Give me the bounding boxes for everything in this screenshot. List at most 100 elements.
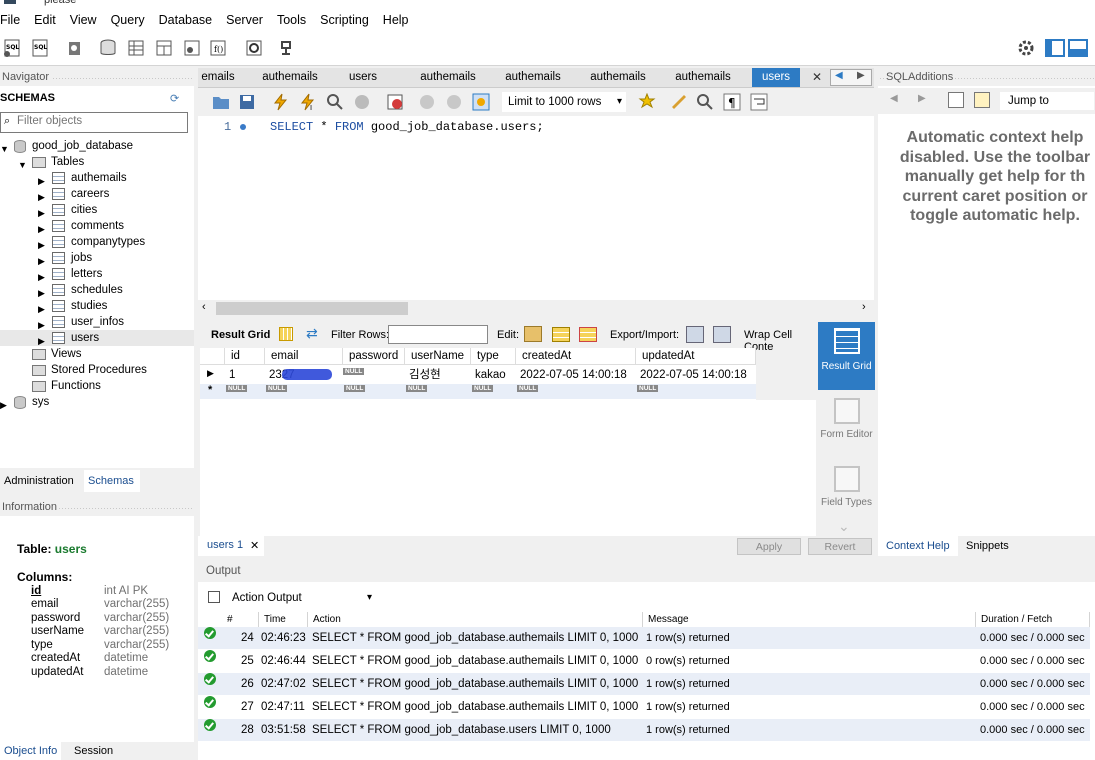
add-snippet-icon[interactable]	[638, 92, 656, 111]
editor-tab[interactable]: users	[338, 68, 388, 87]
tab-session[interactable]: Session	[70, 742, 117, 760]
delete-row-icon[interactable]	[579, 327, 597, 342]
commit-icon[interactable]	[418, 93, 436, 111]
expand-arrow-icon[interactable]: ▶	[38, 189, 48, 202]
menu-database[interactable]: Database	[153, 13, 221, 27]
editor-tab[interactable]: emails	[198, 68, 238, 87]
menu-edit[interactable]: Edit	[28, 13, 64, 27]
result-grid-view-button[interactable]: Result Grid	[818, 322, 875, 390]
output-row[interactable]: 25 02:46:44 SELECT * FROM good_job_databas…	[198, 650, 1090, 672]
edit-row-icon[interactable]	[524, 326, 542, 342]
editor-tab[interactable]: authemails	[254, 68, 326, 87]
tree-sys-database[interactable]: ▶ sys	[0, 394, 194, 410]
expand-arrow-icon[interactable]: ▶	[38, 269, 48, 282]
toggle-sidebar-icon[interactable]	[1045, 38, 1065, 58]
menu-server[interactable]: Server	[220, 13, 271, 27]
menu-help[interactable]: Help	[377, 13, 417, 27]
form-editor-label[interactable]: Form Editor	[818, 430, 875, 440]
create-view-icon[interactable]	[154, 38, 174, 58]
output-row[interactable]: 24 02:46:23 SELECT * FROM good_job_databas…	[198, 627, 1090, 649]
expand-arrow-icon[interactable]: ▶	[38, 317, 48, 330]
sql-query-text[interactable]: SELECT * FROM good_job_database.users;	[270, 120, 544, 134]
auto-help-icon[interactable]	[974, 92, 990, 108]
grid-header-id[interactable]: id	[225, 348, 265, 365]
open-sql-file-icon[interactable]: SQL	[30, 38, 50, 58]
expand-arrow-icon[interactable]: ▶	[38, 221, 48, 234]
editor-tab[interactable]: authemails	[412, 68, 484, 87]
cell-createdat[interactable]: 2022-07-05 14:00:18	[516, 368, 627, 383]
tab-administration[interactable]: Administration	[0, 470, 78, 492]
tree-procedures-folder[interactable]: Stored Procedures	[32, 362, 226, 378]
sql-editor[interactable]: 1 SELECT * FROM good_job_database.users;	[198, 116, 874, 300]
import-icon[interactable]	[713, 326, 731, 343]
expand-arrow-icon[interactable]: ▶	[0, 397, 10, 410]
editor-tab-active[interactable]: users	[752, 68, 800, 87]
menu-scripting[interactable]: Scripting	[314, 13, 377, 27]
output-col-message[interactable]: Message	[643, 612, 976, 628]
field-types-icon[interactable]	[834, 466, 860, 492]
form-editor-icon[interactable]	[834, 398, 860, 424]
close-tab-icon[interactable]: ✕	[812, 70, 822, 84]
cell-id[interactable]: 1	[225, 368, 235, 383]
search-table-data-icon[interactable]	[244, 38, 264, 58]
expand-arrow-icon[interactable]: ▶	[38, 333, 48, 346]
find-icon[interactable]	[696, 93, 714, 111]
reconnect-icon[interactable]	[278, 38, 298, 58]
result-tab[interactable]: users 1 ✕	[198, 536, 264, 556]
expand-arrow-icon[interactable]: ▶	[38, 237, 48, 250]
expand-arrow-icon[interactable]: ▶	[38, 205, 48, 218]
autocommit-icon[interactable]	[472, 93, 490, 111]
tab-right-arrow-icon[interactable]: ▶	[857, 70, 865, 81]
grid-header-type[interactable]: type	[471, 348, 516, 365]
export-icon[interactable]	[686, 326, 704, 343]
wrap-lines-icon[interactable]	[750, 93, 768, 111]
tree-database[interactable]: ▼ good_job_database	[0, 138, 194, 154]
grid-header-username[interactable]: userName	[405, 348, 471, 365]
copy-output-icon[interactable]	[208, 591, 220, 603]
jump-to-select[interactable]: Jump to	[1000, 92, 1094, 110]
create-table-icon[interactable]	[126, 38, 146, 58]
add-row-icon[interactable]	[552, 327, 570, 342]
inspector-icon[interactable]	[64, 38, 84, 58]
output-row[interactable]: 26 02:47:02 SELECT * FROM good_job_databas…	[198, 673, 1090, 695]
result-grid[interactable]: id email password userName type createdA…	[200, 348, 756, 400]
output-col-duration[interactable]: Duration / Fetch	[976, 612, 1090, 628]
apply-button[interactable]: Apply	[737, 538, 801, 555]
grid-icon[interactable]	[279, 327, 293, 341]
expand-arrow-icon[interactable]: ▶	[38, 301, 48, 314]
cell-username[interactable]: 김성현	[405, 368, 441, 383]
settings-icon[interactable]	[1016, 38, 1036, 58]
scroll-down-icon[interactable]: ⌄	[838, 518, 850, 535]
revert-button[interactable]: Revert	[808, 538, 872, 555]
editor-tab[interactable]: authemails	[582, 68, 654, 87]
scroll-left-icon[interactable]: ‹	[202, 301, 206, 313]
create-schema-icon[interactable]	[98, 38, 118, 58]
cell-type[interactable]: kakao	[471, 368, 506, 383]
editor-tab[interactable]: authemails	[497, 68, 569, 87]
execute-icon[interactable]	[272, 93, 290, 111]
grid-header-password[interactable]: password	[343, 348, 405, 365]
menu-tools[interactable]: Tools	[271, 13, 314, 27]
scroll-right-icon[interactable]: ›	[862, 301, 866, 313]
create-procedure-icon[interactable]	[182, 38, 202, 58]
toggle-error-icon[interactable]	[386, 93, 404, 111]
menu-view[interactable]: View	[64, 13, 105, 27]
filter-objects-field[interactable]: ⌕	[0, 112, 188, 133]
cell-updatedat[interactable]: 2022-07-05 14:00:18	[636, 368, 747, 383]
grid-header-createdat[interactable]: createdAt	[516, 348, 636, 365]
rollback-icon[interactable]	[445, 93, 463, 111]
editor-tab[interactable]: authemails	[667, 68, 739, 87]
filter-objects-input[interactable]	[17, 115, 182, 127]
refresh-icon[interactable]: ⇄	[306, 325, 318, 342]
expand-arrow-icon[interactable]: ▶	[38, 285, 48, 298]
explain-icon[interactable]	[326, 93, 344, 111]
invisible-chars-icon[interactable]: ¶	[723, 93, 741, 111]
tree-tables-folder[interactable]: ▼ Tables	[18, 154, 212, 170]
beautify-icon[interactable]	[670, 93, 688, 111]
limit-rows-select[interactable]: Limit to 1000 rows	[502, 92, 626, 112]
create-function-icon[interactable]: f()	[208, 38, 228, 58]
output-row[interactable]: 28 03:51:58 SELECT * FROM good_job_databas…	[198, 719, 1090, 741]
collapse-arrow-icon[interactable]: ▼	[0, 141, 10, 154]
stop-icon[interactable]	[353, 93, 371, 111]
tab-snippets[interactable]: Snippets	[966, 536, 1009, 556]
